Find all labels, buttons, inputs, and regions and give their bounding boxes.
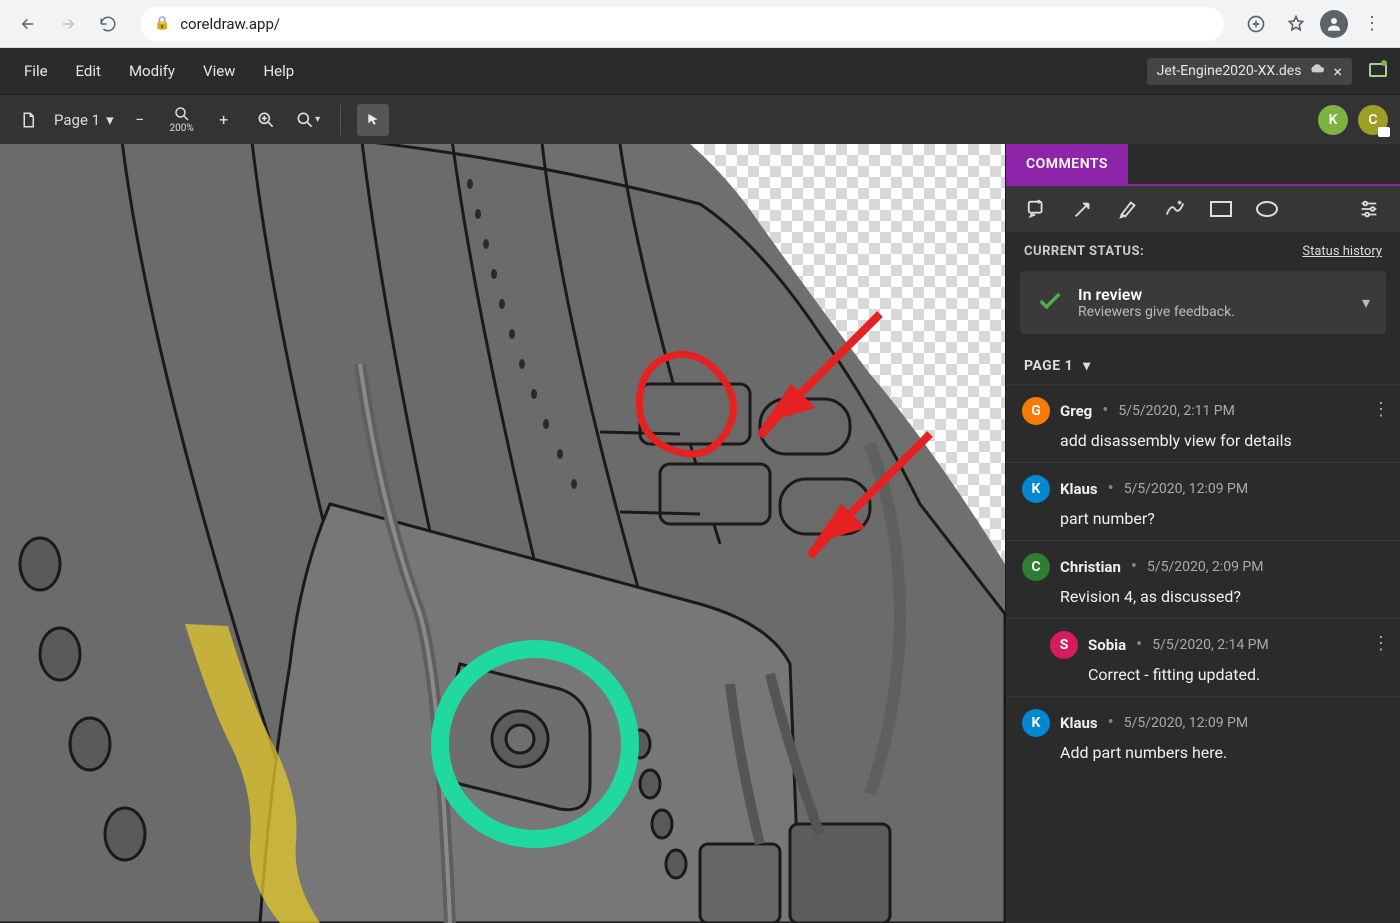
arrow-tool-icon[interactable] <box>1070 196 1096 222</box>
status-subtitle: Reviewers give feedback. <box>1078 304 1235 320</box>
zoom-fit-button[interactable] <box>250 104 282 136</box>
app-menubar: File Edit Modify View Help Jet-Engine202… <box>0 48 1400 94</box>
profile-avatar[interactable] <box>1320 10 1348 38</box>
rectangle-tool-icon[interactable] <box>1208 196 1234 222</box>
comment-body: part number? <box>1060 509 1384 528</box>
comment-author: Sobia <box>1088 636 1126 654</box>
pointer-tool-button[interactable] <box>357 104 389 136</box>
comment-body: Correct - fitting updated. <box>1088 665 1384 684</box>
comment-item[interactable]: GGreg•5/5/2020, 2:11 PM⋮add disassembly … <box>1006 384 1400 462</box>
comment-more-icon[interactable]: ⋮ <box>1372 633 1390 654</box>
note-tool-icon[interactable] <box>1024 196 1050 222</box>
chat-badge-icon <box>1378 127 1390 137</box>
presence-icon[interactable] <box>1366 57 1390 85</box>
zoom-indicator[interactable]: 200% <box>166 105 198 134</box>
comment-author: Greg <box>1060 402 1092 420</box>
star-icon[interactable] <box>1280 8 1312 40</box>
check-icon <box>1036 287 1064 319</box>
annotation-toolbar <box>1006 186 1400 232</box>
file-chip[interactable]: Jet-Engine2020-XX.des × <box>1147 58 1352 85</box>
comment-timestamp: 5/5/2020, 12:09 PM <box>1124 715 1248 731</box>
comment-more-icon[interactable]: ⋮ <box>1372 399 1390 420</box>
collab-avatar-c[interactable]: C <box>1358 105 1388 135</box>
comment-avatar: S <box>1050 631 1078 659</box>
panel-tabs: COMMENTS <box>1006 144 1400 186</box>
tab-comments[interactable]: COMMENTS <box>1006 144 1128 184</box>
zoom-out-button[interactable]: − <box>124 104 156 136</box>
freehand-tool-icon[interactable] <box>1162 196 1188 222</box>
comment-body: Revision 4, as discussed? <box>1060 587 1384 606</box>
address-bar[interactable]: 🔒 coreldraw.app/ <box>140 7 1224 41</box>
status-card[interactable]: In review Reviewers give feedback. ▾ <box>1020 271 1386 334</box>
reload-button[interactable] <box>92 8 124 40</box>
comment-item[interactable]: CChristian•5/5/2020, 2:09 PMRevision 4, … <box>1006 540 1400 618</box>
forward-button[interactable] <box>52 8 84 40</box>
menu-file[interactable]: File <box>10 56 62 86</box>
drawing-canvas[interactable] <box>0 144 1005 923</box>
comment-author: Klaus <box>1060 480 1098 498</box>
zoom-in-button[interactable]: + <box>208 104 240 136</box>
comment-page-selector[interactable]: PAGE 1 ▾ <box>1006 348 1400 384</box>
comment-avatar: C <box>1022 553 1050 581</box>
comment-timestamp: 5/5/2020, 2:09 PM <box>1147 559 1264 575</box>
browser-toolbar: 🔒 coreldraw.app/ ⋮ <box>0 0 1400 48</box>
app-toolbar: Page 1 ▾ − 200% + ▾ K C <box>0 94 1400 144</box>
comment-item[interactable]: KKlaus•5/5/2020, 12:09 PMAdd part number… <box>1006 696 1400 774</box>
page-icon[interactable] <box>12 104 44 136</box>
comment-author: Christian <box>1060 558 1121 576</box>
chevron-down-icon: ▾ <box>106 111 114 129</box>
back-button[interactable] <box>12 8 44 40</box>
comment-timestamp: 5/5/2020, 12:09 PM <box>1124 481 1248 497</box>
collab-avatar-k[interactable]: K <box>1318 105 1348 135</box>
comment-item[interactable]: SSobia•5/5/2020, 2:14 PM⋮Correct - fitti… <box>1006 618 1400 696</box>
comment-timestamp: 5/5/2020, 2:14 PM <box>1152 637 1269 653</box>
highlighter-tool-icon[interactable] <box>1116 196 1142 222</box>
status-history-link[interactable]: Status history <box>1302 244 1382 259</box>
comment-avatar: G <box>1022 397 1050 425</box>
lock-icon: 🔒 <box>154 16 170 31</box>
comment-avatar: K <box>1022 475 1050 503</box>
comment-body: Add part numbers here. <box>1060 743 1384 762</box>
settings-sliders-icon[interactable] <box>1356 196 1382 222</box>
menu-edit[interactable]: Edit <box>62 56 115 86</box>
comment-item[interactable]: KKlaus•5/5/2020, 12:09 PMpart number? <box>1006 462 1400 540</box>
comment-avatar: K <box>1022 709 1050 737</box>
chevron-down-icon: ▾ <box>1083 358 1091 374</box>
comments-panel: COMMENTS CURRENT STATUS: Status history … <box>1005 144 1400 923</box>
add-tab-icon[interactable] <box>1240 8 1272 40</box>
comment-timestamp: 5/5/2020, 2:11 PM <box>1118 403 1235 419</box>
page-selector[interactable]: Page 1 ▾ <box>54 111 114 129</box>
menu-view[interactable]: View <box>189 56 249 86</box>
ellipse-tool-icon[interactable] <box>1254 196 1280 222</box>
filename: Jet-Engine2020-XX.des <box>1157 63 1302 79</box>
close-file-icon[interactable]: × <box>1333 62 1342 81</box>
comment-author: Klaus <box>1060 714 1098 732</box>
chevron-down-icon: ▾ <box>1362 293 1370 312</box>
status-title: In review <box>1078 285 1235 304</box>
comment-body: add disassembly view for details <box>1060 431 1384 450</box>
menu-modify[interactable]: Modify <box>115 56 189 86</box>
url-text: coreldraw.app/ <box>180 15 280 33</box>
kebab-icon[interactable]: ⋮ <box>1356 8 1388 40</box>
status-label: CURRENT STATUS: <box>1024 244 1144 259</box>
menu-help[interactable]: Help <box>249 56 308 86</box>
comments-list: GGreg•5/5/2020, 2:11 PM⋮add disassembly … <box>1006 384 1400 923</box>
zoom-tool-button[interactable]: ▾ <box>292 104 324 136</box>
cloud-icon <box>1309 63 1325 79</box>
